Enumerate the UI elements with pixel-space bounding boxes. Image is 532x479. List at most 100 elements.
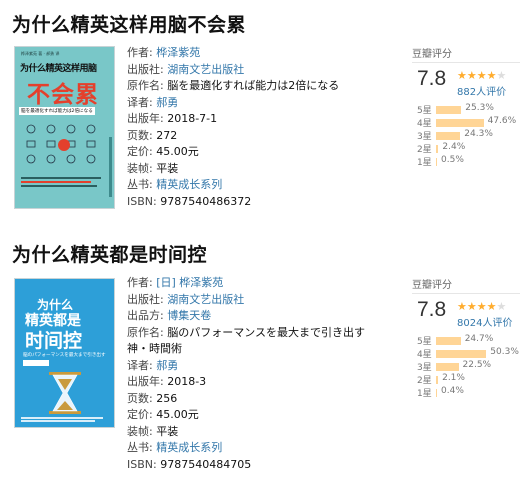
rating-bar: [436, 337, 461, 345]
info-value: 272: [152, 128, 178, 142]
rating-bar-star: 5星: [417, 106, 432, 116]
info-link[interactable]: 湖南文艺出版社: [164, 63, 244, 76]
rating-bar-percent: 25.3%: [465, 103, 494, 113]
info-label: 出版年:: [127, 375, 164, 388]
rating-bar-row: 4星 50.3%: [412, 347, 524, 360]
info-label: 原作名:: [127, 325, 164, 339]
rating-bar-percent: 0.5%: [441, 155, 464, 165]
cover-illustration: [21, 121, 107, 171]
rating-bar-row: 1星 0.4%: [412, 386, 524, 399]
rating-bar-star: 2星: [417, 145, 432, 155]
rating-count-link[interactable]: 8024人评价: [457, 314, 512, 329]
star-icon: ★: [486, 300, 497, 313]
info-value: 平装: [152, 424, 179, 438]
info-link[interactable]: 桦泽紫苑: [153, 46, 200, 59]
rating-bar-star: 3星: [417, 132, 432, 142]
info-value: 2018-7-1: [163, 112, 218, 125]
info-row: 页数: 272: [127, 128, 339, 145]
info-row: 出品方: 博集天卷: [127, 308, 387, 325]
info-value: 脳を最適化すれば能力は2倍になる: [163, 79, 340, 92]
rating-score: 7.8: [417, 67, 447, 90]
info-link[interactable]: 郝勇: [153, 359, 178, 372]
rating-bar-row: 1星 0.5%: [412, 155, 524, 168]
star-icon: ★: [476, 300, 487, 313]
rating-bar-star: 2星: [417, 376, 432, 386]
info-label: 原作名:: [127, 79, 164, 92]
book-info: 作者: [日] 桦泽紫苑 出版社: 湖南文艺出版社 出品方: 博集天卷 原作名: 脳の…: [127, 275, 387, 473]
book-cover[interactable]: 为什么 精英都是 时间控 脳のパフォーマンスを最大まで引き出す: [14, 278, 115, 428]
info-row: 出版社: 湖南文艺出版社: [127, 292, 387, 309]
info-row: 定价: 45.00元: [127, 144, 339, 161]
rating-stars: ★★★★★: [457, 69, 506, 82]
rating-section: 豆瓣评分 7.8 ★★★★★ 8024人评价 5星 24.7% 4星 50.3% 3星 2…: [412, 276, 524, 399]
info-value: 9787540484705: [156, 457, 252, 471]
rating-bar-star: 1星: [417, 389, 432, 399]
rating-label: 豆瓣评分: [412, 280, 452, 291]
cover-blurb: [21, 175, 107, 193]
rating-bar: [436, 363, 459, 371]
info-label: 丛书:: [127, 178, 153, 191]
info-row: 译者: 郝勇: [127, 95, 339, 112]
cover-title-main: 不会累: [27, 82, 99, 108]
rating-bar-percent: 0.4%: [441, 386, 464, 396]
info-label: 定价:: [127, 145, 153, 158]
info-label: 页数:: [127, 128, 153, 142]
info-row: 出版年: 2018-7-1: [127, 111, 339, 128]
cover-blurb: [21, 416, 107, 424]
rating-bar: [436, 389, 437, 397]
info-row: ISBN: 9787540486372: [127, 194, 339, 211]
info-link[interactable]: 郝勇: [153, 96, 178, 109]
book-title[interactable]: 为什么精英这样用脑不会累: [12, 10, 246, 37]
rating-bar-row: 2星 2.1%: [412, 373, 524, 386]
info-label: ISBN:: [127, 194, 157, 208]
info-label: ISBN:: [127, 457, 157, 471]
rating-stars: ★★★★★: [457, 300, 506, 313]
rating-divider: [412, 293, 520, 294]
info-label: 装帧:: [127, 161, 153, 175]
star-icon: ★: [457, 300, 467, 313]
book-cover[interactable]: 桦泽紫苑 著 · 郝勇 译 为什么精英这样用脑 不会累 脑を最適化すれば能力は2…: [14, 46, 115, 209]
cover-subtitle: 脳のパフォーマンスを最大まで引き出す: [23, 353, 106, 358]
info-row: 丛书: 精英成长系列: [127, 440, 387, 457]
info-label: 作者:: [127, 276, 153, 289]
info-label: 定价:: [127, 408, 153, 421]
rating-bar: [436, 119, 484, 127]
info-value: 45.00元: [152, 408, 199, 421]
rating-bar-star: 4星: [417, 350, 432, 360]
rating-bar-star: 4星: [417, 119, 432, 129]
info-link[interactable]: [日] 桦泽紫苑: [153, 276, 223, 289]
info-label: 作者:: [127, 46, 153, 59]
rating-divider: [412, 62, 520, 63]
info-row: 出版社: 湖南文艺出版社: [127, 62, 339, 79]
star-icon: ★: [466, 69, 477, 82]
info-value: 45.00元: [152, 145, 199, 158]
info-label: 页数:: [127, 391, 153, 405]
info-row: ISBN: 9787540484705: [127, 457, 387, 474]
info-link[interactable]: 博集天卷: [164, 309, 211, 322]
info-row: 定价: 45.00元: [127, 407, 387, 424]
rating-count-link[interactable]: 882人评价: [457, 83, 506, 98]
book-title[interactable]: 为什么精英都是时间控: [12, 240, 207, 267]
info-row: 丛书: 精英成长系列: [127, 177, 339, 194]
rating-bar-percent: 22.5%: [462, 360, 492, 370]
rating-bar-percent: 24.3%: [464, 129, 493, 139]
cover-author-line: 桦泽紫苑 著 · 郝勇 译: [21, 51, 60, 56]
rating-label: 豆瓣评分: [412, 49, 452, 60]
rating-bar: [436, 376, 439, 384]
rating-bar: [436, 145, 439, 153]
cover-subtitle: 脑を最適化すれば能力は2倍になる: [19, 107, 95, 115]
info-row: 原作名: 脳を最適化すれば能力は2倍になる: [127, 78, 339, 95]
info-row: 页数: 256: [127, 391, 387, 408]
info-link[interactable]: 精英成长系列: [153, 441, 222, 454]
rating-bar-row: 5星 25.3%: [412, 103, 524, 116]
info-link[interactable]: 湖南文艺出版社: [164, 293, 244, 306]
rating-bar: [436, 350, 487, 358]
info-value: 平装: [152, 161, 179, 175]
info-row: 装帧: 平装: [127, 424, 387, 441]
info-link[interactable]: 精英成长系列: [153, 178, 222, 191]
book-info: 作者: 桦泽紫苑出版社: 湖南文艺出版社 原作名: 脳を最適化すれば能力は2倍にな…: [127, 45, 339, 210]
star-icon: ★: [486, 69, 497, 82]
cover-title-main: 时间控: [25, 330, 83, 352]
rating-distribution: 5星 25.3% 4星 47.6% 3星 24.3% 2星 2.4% 1星 0.5%: [412, 103, 524, 168]
rating-bar-row: 4星 47.6%: [412, 116, 524, 129]
